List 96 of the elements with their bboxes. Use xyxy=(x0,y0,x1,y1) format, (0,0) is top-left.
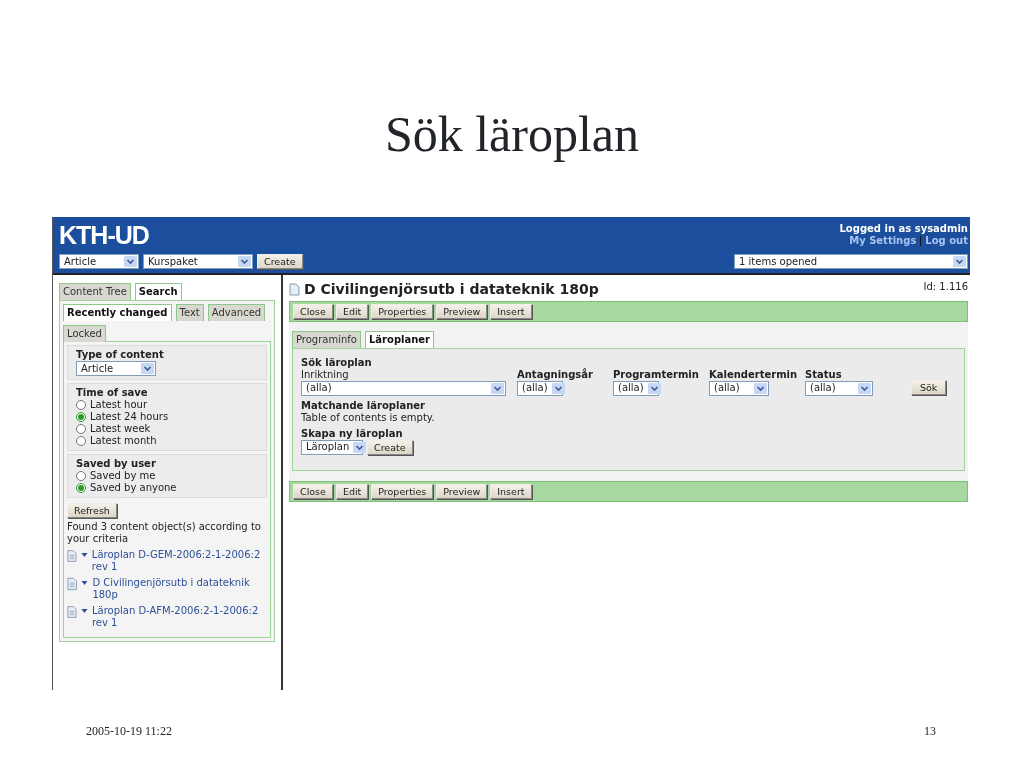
document-id: Id: 1.116 xyxy=(923,281,968,293)
button[interactable]: Properties xyxy=(371,303,434,319)
chevron-icon xyxy=(491,382,504,394)
slide-date: 2005-10-19 11:22 xyxy=(86,723,172,740)
caret-icon xyxy=(81,578,89,588)
radio-label: Saved by me xyxy=(90,470,156,482)
dropdown-value: (alla) xyxy=(714,382,740,395)
result-link[interactable]: Läroplan D-GEM-2006:2-1-2006:2 rev 1 xyxy=(91,549,267,573)
caret-icon xyxy=(80,550,88,560)
dropdown-value: Kurspaket xyxy=(148,255,198,268)
chevron-icon xyxy=(858,382,871,394)
chevron-icon xyxy=(238,256,251,267)
dropdown[interactable]: Läroplan xyxy=(301,439,363,455)
radio-button[interactable] xyxy=(76,412,86,422)
tab[interactable]: Text xyxy=(175,304,204,321)
button[interactable]: Create xyxy=(367,439,413,455)
radio-button[interactable] xyxy=(76,483,86,493)
button[interactable]: Edit xyxy=(335,483,369,499)
radio-label: Latest 24 hours xyxy=(90,411,169,423)
dropdown-value: (alla) xyxy=(618,382,644,395)
caret-icon xyxy=(80,606,88,616)
dropdown[interactable]: (alla) xyxy=(613,380,659,396)
dropdown[interactable]: Article xyxy=(59,254,139,269)
button[interactable]: Sök xyxy=(911,379,947,395)
chevron-icon xyxy=(141,363,154,374)
tab[interactable]: Content Tree xyxy=(59,283,131,300)
document-icon xyxy=(67,549,77,563)
button[interactable]: Refresh xyxy=(67,503,117,518)
button[interactable]: Insert xyxy=(490,303,532,319)
tab[interactable]: Recently changed xyxy=(63,304,172,321)
document-icon xyxy=(67,605,77,619)
chevron-icon xyxy=(353,441,367,453)
document-icon xyxy=(289,282,300,296)
dropdown-value: 1 items opened xyxy=(739,255,817,268)
result-link[interactable]: Läroplan D-AFM-2006:2-1-2006:2 rev 1 xyxy=(91,605,267,629)
login-status: Logged in as sysadmin xyxy=(839,223,968,235)
dropdown[interactable]: (alla) xyxy=(301,380,506,396)
filter-label: Inriktning xyxy=(301,368,350,381)
dropdown-value: (alla) xyxy=(810,382,836,395)
dropdown-value: Article xyxy=(81,362,114,375)
dropdown[interactable]: Kurspaket xyxy=(143,254,253,269)
radio-label: Latest hour xyxy=(90,399,147,411)
radio-button[interactable] xyxy=(76,400,86,410)
radio-label: Saved by anyone xyxy=(90,482,177,494)
section-heading: Type of content xyxy=(76,349,165,361)
radio-label: Latest month xyxy=(90,435,157,447)
document-title: D Civilingenjörsutb i datateknik 180p xyxy=(304,281,599,298)
dropdown-value: Läroplan xyxy=(306,441,350,454)
filter-label: Status xyxy=(805,368,843,381)
section-heading: Time of save xyxy=(76,387,149,399)
dropdown-value: (alla) xyxy=(522,382,548,395)
document-icon xyxy=(67,577,78,591)
chevron-icon xyxy=(124,256,137,267)
filter-label: Programtermin xyxy=(613,368,699,381)
result-link[interactable]: D Civilingenjörsutb i datateknik 180p xyxy=(92,577,267,601)
empty-message: Table of contents is empty. xyxy=(301,411,436,424)
tab[interactable]: Locked xyxy=(63,325,106,342)
dropdown[interactable]: (alla) xyxy=(709,380,769,396)
dropdown[interactable]: 1 items opened xyxy=(734,254,968,269)
dropdown[interactable]: Article xyxy=(76,361,156,376)
section-heading: Skapa ny läroplan xyxy=(301,427,404,440)
slide-title: Sök läroplan xyxy=(383,105,641,164)
tab[interactable]: Programinfo xyxy=(292,330,361,348)
dropdown-value: (alla) xyxy=(306,382,332,395)
button[interactable]: Create xyxy=(257,254,303,269)
tab[interactable]: Läroplaner xyxy=(364,330,435,348)
button[interactable]: Properties xyxy=(371,483,434,499)
radio-label: Latest week xyxy=(90,423,151,435)
result-summary: Found 3 content object(s) according to your criteria xyxy=(67,521,262,545)
button[interactable]: Edit xyxy=(335,303,369,319)
filter-label: Kalendertermin xyxy=(709,368,795,381)
chevron-icon xyxy=(551,382,565,394)
chevron-icon xyxy=(647,382,661,394)
dropdown-value: Article xyxy=(64,255,97,268)
radio-button[interactable] xyxy=(76,471,86,481)
dropdown[interactable]: (alla) xyxy=(805,380,873,396)
tab[interactable]: Search xyxy=(134,283,182,300)
slide-number: 13 xyxy=(924,723,936,740)
button[interactable]: Close xyxy=(293,483,333,499)
dropdown[interactable]: (alla) xyxy=(517,380,563,396)
tab[interactable]: Advanced xyxy=(207,304,266,321)
section-heading: Saved by user xyxy=(76,458,157,470)
section-heading: Matchande läroplaner xyxy=(301,399,426,412)
chevron-icon xyxy=(953,256,966,267)
chevron-icon xyxy=(754,382,767,394)
radio-button[interactable] xyxy=(76,424,86,434)
radio-button[interactable] xyxy=(76,436,86,446)
filter-label: Antagningsår xyxy=(517,368,594,381)
user-link[interactable]: Log out xyxy=(925,235,968,247)
button[interactable]: Insert xyxy=(490,483,532,499)
button[interactable]: Close xyxy=(293,303,333,319)
section-heading: Sök läroplan xyxy=(301,356,373,369)
button[interactable]: Preview xyxy=(436,483,488,499)
user-link[interactable]: My Settings xyxy=(849,235,917,247)
button[interactable]: Preview xyxy=(436,303,488,319)
logo: KTH-UD xyxy=(59,223,150,248)
